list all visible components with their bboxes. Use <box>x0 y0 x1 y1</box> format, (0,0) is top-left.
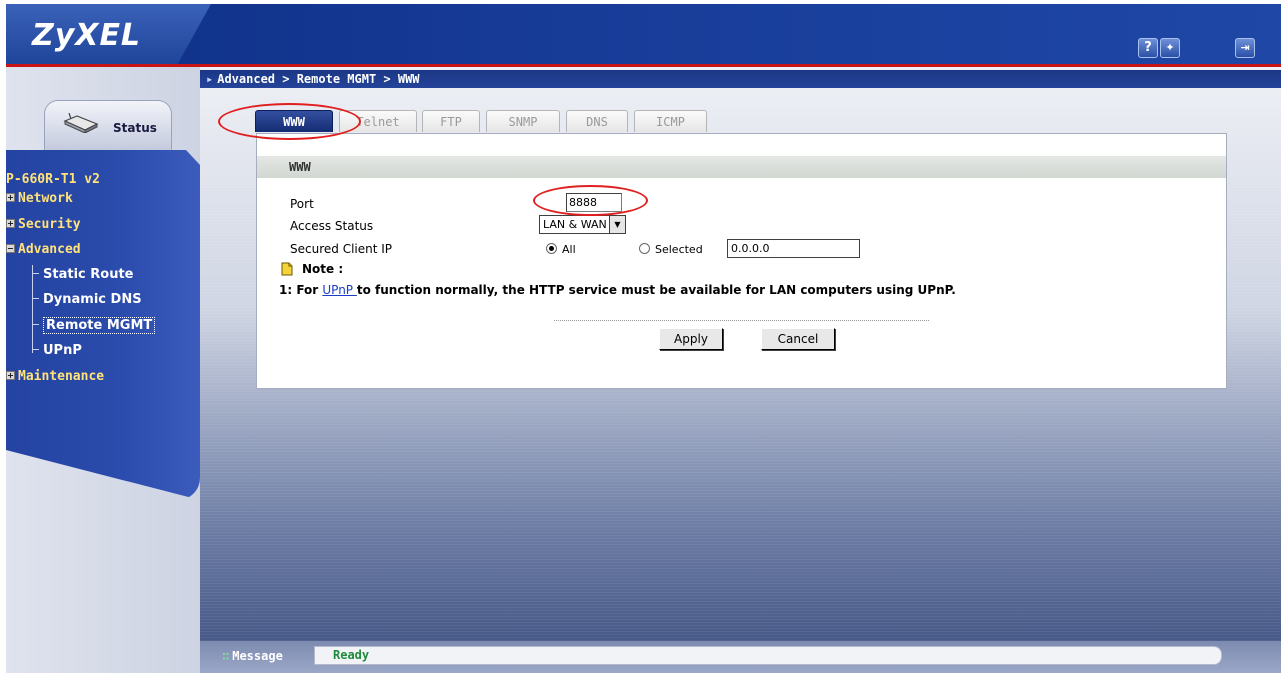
tab-dns[interactable]: DNS <box>566 110 628 132</box>
upnp-link[interactable]: UPnP <box>322 283 356 297</box>
collapse-icon <box>6 244 15 253</box>
nav-item-maintenance[interactable]: Maintenance <box>6 369 104 384</box>
message-status: Ready <box>314 646 1222 665</box>
nav-item-security[interactable]: Security <box>6 217 81 232</box>
tab-icmp[interactable]: ICMP <box>634 110 707 132</box>
wizard-icon[interactable]: ✦ <box>1160 38 1180 58</box>
port-label: Port <box>290 197 314 211</box>
chevron-down-icon[interactable]: ▼ <box>609 216 625 233</box>
expand-icon <box>6 219 15 228</box>
sidebar-item-dynamic-dns[interactable]: Dynamic DNS <box>33 292 142 307</box>
panel-title: WWW <box>257 156 1226 178</box>
expand-icon <box>6 371 15 380</box>
note-icon <box>281 262 293 276</box>
note-text: 1: For UPnP to function normally, the HT… <box>279 283 956 297</box>
breadcrumb: ▸ Advanced > Remote MGMT > WWW <box>200 70 1281 88</box>
access-status-value: LAN & WAN <box>543 218 607 231</box>
tab-ftp[interactable]: FTP <box>422 110 480 132</box>
logout-icon[interactable]: ⇥ <box>1235 38 1255 58</box>
expand-icon <box>6 193 15 202</box>
status-tab[interactable]: Status <box>44 100 172 150</box>
apply-button[interactable]: Apply <box>659 328 723 350</box>
radio-all[interactable] <box>546 243 557 254</box>
radio-selected-label: Selected <box>655 243 703 256</box>
access-status-select[interactable]: LAN & WAN ▼ <box>539 215 626 234</box>
header-bar: ZyXEL ? ✦ ⇥ <box>6 4 1281 67</box>
secured-client-ip-label: Secured Client IP <box>290 242 393 256</box>
sidebar-item-remote-mgmt[interactable]: Remote MGMT <box>33 317 156 334</box>
zyxel-logo: ZyXEL <box>32 18 142 53</box>
annotation-oval-port <box>533 185 648 216</box>
router-icon <box>63 113 99 133</box>
nav-item-advanced[interactable]: Advanced <box>6 242 81 257</box>
button-divider <box>554 320 929 321</box>
tab-snmp[interactable]: SNMP <box>486 110 560 132</box>
device-model: P-660R-T1 v2 <box>6 172 100 187</box>
message-label: ∷ Message <box>222 649 283 663</box>
message-bullet-icon: ∷ <box>222 649 230 663</box>
nav-item-network[interactable]: Network <box>6 191 73 206</box>
annotation-oval-www-tab <box>218 103 361 140</box>
access-status-label: Access Status <box>290 219 374 233</box>
status-tab-label: Status <box>113 121 157 135</box>
help-icon[interactable]: ? <box>1138 38 1158 58</box>
sidebar-item-upnp[interactable]: UPnP <box>33 343 82 358</box>
cancel-button[interactable]: Cancel <box>761 328 835 350</box>
www-settings-panel: WWW Port 8888 Access Status LAN & WAN ▼ … <box>256 133 1227 389</box>
radio-selected[interactable] <box>639 243 650 254</box>
breadcrumb-arrow-icon: ▸ <box>206 72 214 86</box>
client-ip-input[interactable]: 0.0.0.0 <box>727 239 860 258</box>
note-label: Note : <box>302 262 344 276</box>
radio-all-label: All <box>562 243 576 256</box>
sidebar-item-static-route[interactable]: Static Route <box>33 267 133 282</box>
